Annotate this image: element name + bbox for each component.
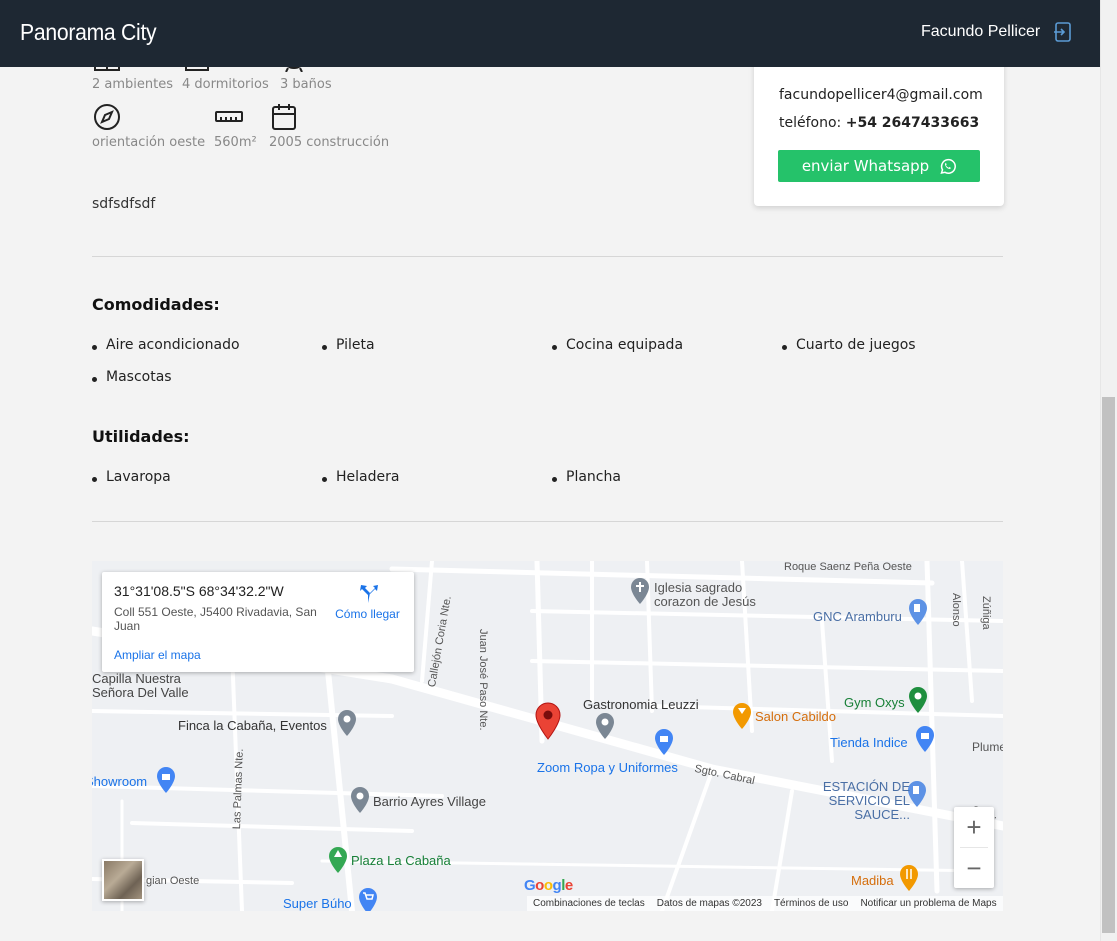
- zoom-in-button[interactable]: +: [954, 807, 994, 847]
- gas-station-pin-icon[interactable]: [907, 781, 927, 807]
- divider: [92, 521, 1003, 522]
- report-problem-link[interactable]: Notificar un problema de Maps: [860, 898, 996, 909]
- place-pin-icon[interactable]: [337, 710, 357, 736]
- directions-label: Cómo llegar: [335, 607, 400, 621]
- poi-label[interactable]: Gastronomia Leuzzi: [583, 697, 699, 712]
- feature-bathrooms: 3 baños: [280, 77, 332, 92]
- poi-label[interactable]: Gym Oxys: [844, 695, 905, 710]
- map-data-text: Datos de mapas ©2023: [656, 898, 762, 909]
- amenity-item: Aire acondicionado: [92, 337, 240, 353]
- utility-item: Plancha: [552, 469, 621, 485]
- directions-icon: [359, 585, 378, 603]
- gym-pin-icon[interactable]: [908, 687, 928, 713]
- scrollbar-thumb[interactable]: [1102, 397, 1115, 933]
- brand-logo[interactable]: Panorama City: [20, 19, 157, 46]
- divider: [92, 256, 1003, 257]
- feature-area: 560m²: [214, 135, 257, 150]
- poi-label[interactable]: Iglesia sagrado corazon de Jesús: [654, 581, 774, 609]
- street-label: Juan José Paso Nte.: [477, 629, 489, 731]
- restaurant-pin-icon[interactable]: [899, 865, 919, 891]
- gas-station-pin-icon[interactable]: [908, 599, 928, 625]
- poi-label[interactable]: Tienda Indice: [830, 735, 908, 750]
- park-pin-icon[interactable]: [328, 847, 348, 873]
- phone-label: teléfono:: [779, 115, 842, 131]
- location-map[interactable]: 31°31'08.5"S 68°34'32.2"W Coll 551 Oeste…: [92, 561, 1003, 911]
- event-venue-pin-icon[interactable]: [732, 703, 752, 729]
- amenities-title: Comodidades:: [92, 295, 220, 314]
- top-navbar: Panorama City Facundo Pellicer: [0, 0, 1100, 67]
- keyboard-shortcuts-link[interactable]: Combinaciones de teclas: [533, 898, 645, 909]
- contact-email[interactable]: facundopellicer4@gmail.com: [779, 87, 983, 103]
- map-coordinates: 31°31'08.5"S 68°34'32.2"W: [114, 583, 284, 599]
- calendar-icon: [272, 104, 296, 130]
- expand-map-link[interactable]: Ampliar el mapa: [114, 648, 201, 662]
- poi-label[interactable]: ESTACIÓN DE SERVICIO EL SAUCE...: [798, 780, 910, 822]
- poi-label[interactable]: GNC Aramburu: [813, 609, 902, 624]
- amenity-item: Cuarto de juegos: [782, 337, 916, 353]
- feature-bedrooms: 4 dormitorios: [182, 77, 269, 92]
- terms-link[interactable]: Términos de uso: [774, 898, 848, 909]
- location-marker-icon[interactable]: [535, 702, 561, 740]
- feature-orientation: orientación oeste: [92, 135, 206, 150]
- street-label: gian Oeste: [146, 875, 200, 887]
- church-pin-icon[interactable]: [630, 578, 650, 604]
- utility-item: Heladera: [321, 469, 400, 485]
- place-pin-icon[interactable]: [350, 787, 370, 813]
- poi-label[interactable]: Salon Cabildo: [755, 709, 836, 724]
- place-pin-icon[interactable]: [595, 713, 615, 739]
- map-attribution: Combinaciones de teclas Datos de mapas ©…: [527, 896, 1003, 911]
- shopping-pin-icon[interactable]: [156, 767, 176, 793]
- utilities-title: Utilidades:: [92, 427, 190, 446]
- amenity-item: Pileta: [322, 337, 375, 353]
- whatsapp-button-label: enviar Whatsapp: [801, 157, 930, 175]
- satellite-toggle[interactable]: [102, 859, 144, 901]
- poi-label[interactable]: Plume: [972, 740, 1003, 754]
- amenity-item: Cocina equipada: [551, 337, 684, 353]
- directions-link[interactable]: Cómo llegar: [330, 584, 405, 621]
- feature-year: 2005 construcción: [269, 135, 390, 150]
- amenity-item: Mascotas: [92, 369, 172, 385]
- google-logo: Google: [524, 877, 573, 894]
- poi-label[interactable]: Finca la Cabaña, Eventos: [178, 718, 327, 733]
- poi-label[interactable]: Madiba: [851, 873, 894, 888]
- poi-label[interactable]: Super Búho: [283, 896, 352, 911]
- street-label: Zúñiga: [980, 596, 992, 630]
- street-label: Roque Saenz Peña Oeste: [784, 561, 912, 573]
- utility-item: Lavaropa: [92, 469, 171, 485]
- user-name[interactable]: Facundo Pellicer: [921, 23, 1040, 41]
- property-description: sdfsdfsdf: [92, 196, 156, 212]
- logout-icon[interactable]: [1052, 21, 1074, 43]
- poi-label[interactable]: Showroom: [92, 774, 147, 789]
- shopping-pin-icon[interactable]: [654, 729, 674, 755]
- phone-number[interactable]: +54 2647433663: [846, 115, 980, 131]
- map-info-window: 31°31'08.5"S 68°34'32.2"W Coll 551 Oeste…: [102, 572, 414, 672]
- ruler-icon: [215, 111, 243, 122]
- whatsapp-icon: [940, 158, 957, 174]
- shopping-cart-pin-icon[interactable]: [358, 888, 378, 911]
- poi-label[interactable]: Barrio Ayres Village: [373, 794, 486, 809]
- compass-icon: [94, 104, 120, 130]
- feature-rooms: 2 ambientes: [92, 77, 174, 92]
- contact-phone: teléfono: +54 2647433663: [779, 115, 979, 131]
- zoom-out-button[interactable]: −: [954, 848, 994, 888]
- shopping-pin-icon[interactable]: [915, 726, 935, 752]
- zoom-controls: + −: [954, 807, 994, 888]
- poi-label[interactable]: Zoom Ropa y Uniformes: [537, 760, 678, 775]
- poi-label[interactable]: Capilla Nuestra Señora Del Valle: [92, 672, 202, 700]
- whatsapp-button[interactable]: enviar Whatsapp: [778, 150, 980, 182]
- map-address: Coll 551 Oeste, J5400 Rivadavia, San Jua…: [114, 605, 317, 633]
- poi-label[interactable]: Plaza La Cabaña: [351, 853, 451, 868]
- street-label: Alonso: [950, 593, 962, 627]
